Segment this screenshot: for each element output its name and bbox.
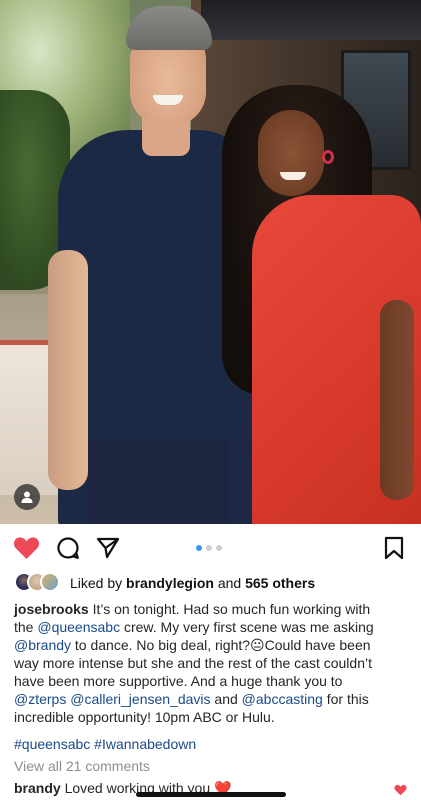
woman-face xyxy=(258,110,324,196)
hashtags-link[interactable]: #queensabc #Iwannabedown xyxy=(14,736,196,752)
carousel-indicator xyxy=(196,545,222,551)
post-photo[interactable] xyxy=(0,0,421,524)
comment-button[interactable] xyxy=(54,534,82,562)
tagged-people-button[interactable] xyxy=(14,484,40,510)
heart-filled-icon xyxy=(13,537,39,559)
mention-brandy[interactable]: @brandy xyxy=(14,637,71,653)
liked-by-user-link[interactable]: brandylegion xyxy=(126,575,214,591)
save-button[interactable] xyxy=(380,534,408,562)
emoji-neutral-face: 😐 xyxy=(250,637,265,653)
caption-text: Could have been xyxy=(264,637,371,653)
man-arm xyxy=(48,250,88,490)
caption-username[interactable]: josebrooks xyxy=(14,601,89,617)
caption-line: the @queensabc crew. My very first scene… xyxy=(14,618,414,636)
avatar xyxy=(40,572,60,592)
woman-smile xyxy=(280,172,306,180)
caption-line: incredible opportunity! 10pm ABC or Hulu… xyxy=(14,709,275,725)
caption-text: for this xyxy=(326,691,369,707)
carousel-dot-active xyxy=(196,545,202,551)
earring xyxy=(322,150,334,164)
woman-arm xyxy=(380,300,414,500)
liker-avatars xyxy=(14,572,64,594)
comment-bubble-icon xyxy=(57,537,79,559)
heart-filled-icon xyxy=(394,784,407,796)
comment-like-button[interactable] xyxy=(394,783,407,800)
carousel-dot xyxy=(206,545,212,551)
bookmark-icon xyxy=(384,536,404,560)
caption-text: and xyxy=(214,691,238,707)
like-button[interactable] xyxy=(12,534,40,562)
mention-calleri-jensen-davis[interactable]: @calleri_jensen_davis xyxy=(70,691,210,707)
likes-summary[interactable]: Liked by brandylegion and 565 others xyxy=(14,572,315,594)
caption-text: the xyxy=(14,619,34,635)
likes-others-link[interactable]: 565 others xyxy=(245,575,315,591)
mention-queensabc[interactable]: @queensabc xyxy=(37,619,120,635)
caption-text: crew. My very first scene was me asking xyxy=(123,619,374,635)
carousel-dot xyxy=(216,545,222,551)
liked-by-prefix: Liked by xyxy=(70,575,123,591)
caption-line: josebrooks It’s on tonight. Had so much … xyxy=(14,600,414,618)
caption-line: have been more supportive. And a huge th… xyxy=(14,673,343,689)
mention-zterps[interactable]: @zterps xyxy=(14,691,66,707)
paper-plane-icon xyxy=(96,537,120,559)
caption-text: to dance. No big deal, right? xyxy=(74,637,251,653)
liked-by-and: and xyxy=(217,575,242,591)
view-all-comments-link[interactable]: View all 21 comments xyxy=(14,758,150,774)
mention-abccasting[interactable]: @abccasting xyxy=(242,691,323,707)
caption-line: @brandy to dance. No big deal, right?😐Co… xyxy=(14,636,414,654)
post-action-bar xyxy=(0,530,421,566)
caption-line: @zterps @calleri_jensen_davis and @abcca… xyxy=(14,690,414,708)
person-icon xyxy=(21,491,33,503)
home-indicator[interactable] xyxy=(136,792,286,797)
comment-username[interactable]: brandy xyxy=(14,780,61,796)
post-caption: josebrooks It’s on tonight. Had so much … xyxy=(14,600,414,726)
caption-text: It’s on tonight. Had so much fun working… xyxy=(92,601,371,617)
background-awning xyxy=(201,0,421,40)
caption-line: way more intense but she and the rest of… xyxy=(14,655,372,671)
share-button[interactable] xyxy=(94,534,122,562)
